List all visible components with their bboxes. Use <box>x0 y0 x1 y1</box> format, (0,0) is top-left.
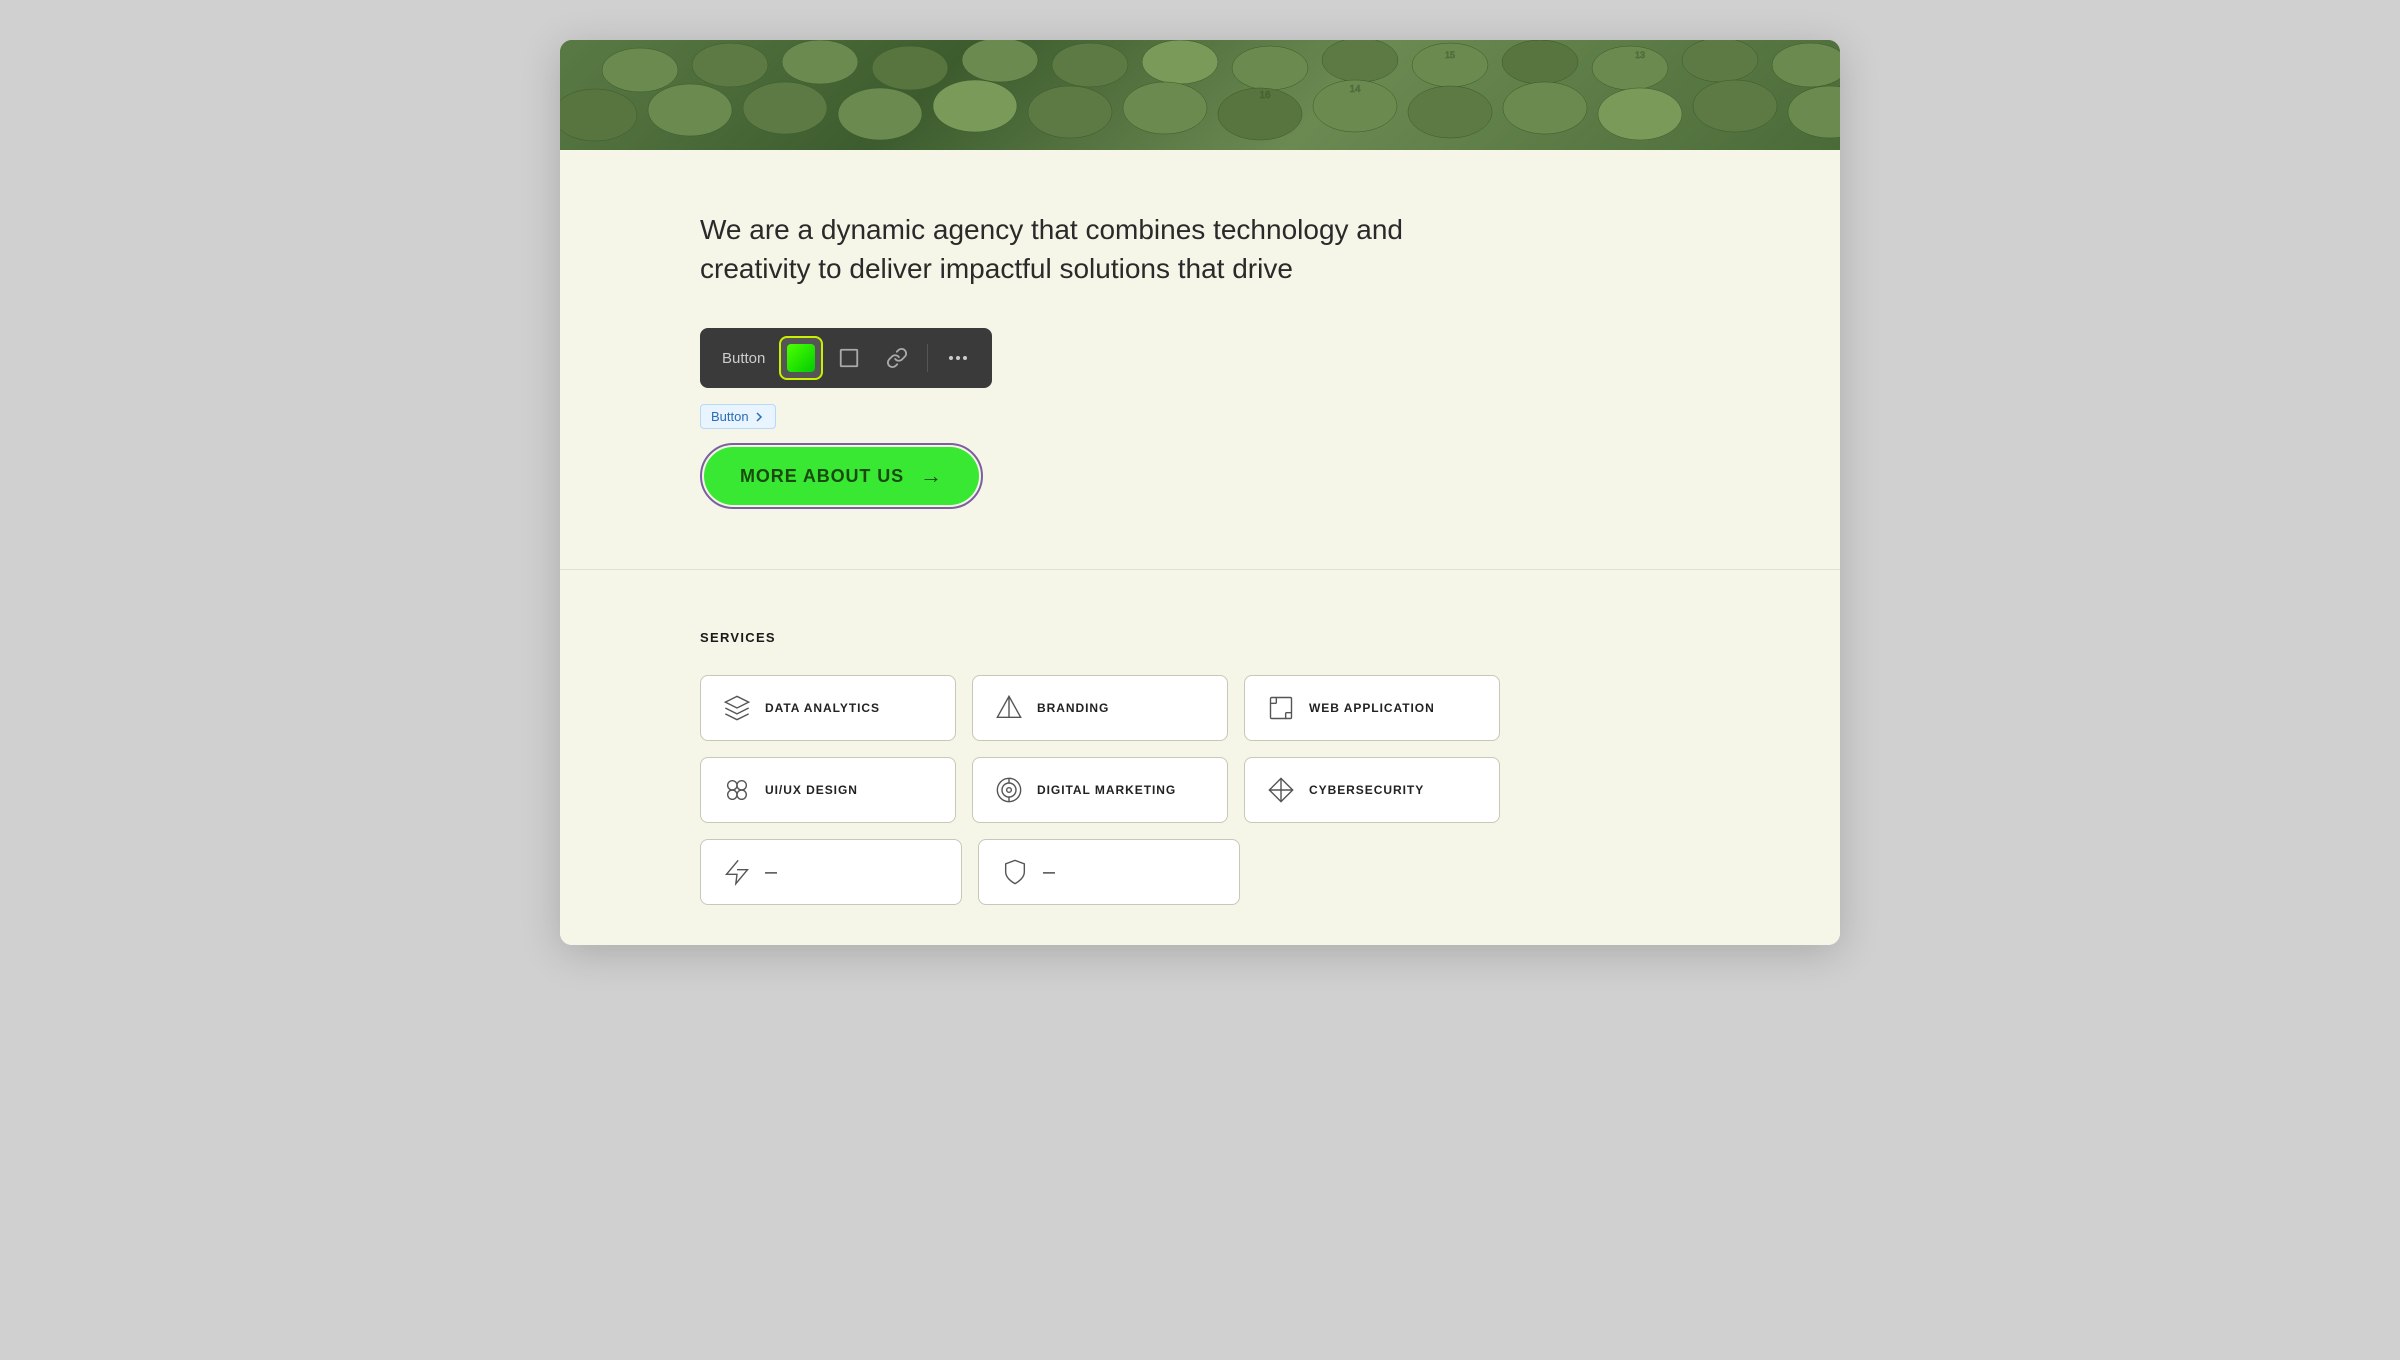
target-icon <box>993 774 1025 806</box>
about-text: We are a dynamic agency that combines te… <box>700 210 1420 288</box>
service-name-digital-marketing: DIGITAL MARKETING <box>1037 783 1176 797</box>
hero-image: 16 14 15 13 <box>560 40 1840 150</box>
resize-icon <box>838 347 860 369</box>
toolbar-divider <box>927 344 928 372</box>
toolbar-container: Button <box>700 328 992 388</box>
about-section: We are a dynamic agency that combines te… <box>560 150 1840 570</box>
service-card-item8[interactable]: — <box>978 839 1240 905</box>
color-picker-button[interactable] <box>779 336 823 380</box>
service-card-branding[interactable]: BRANDING <box>972 675 1228 741</box>
service-name-item7: — <box>765 865 778 879</box>
cta-label: MORE ABOUT US <box>740 466 904 487</box>
service-name-uiux-design: UI/UX DESIGN <box>765 783 858 797</box>
browser-window: 16 14 15 13 We are a dynamic agency that… <box>560 40 1840 945</box>
services-section: SERVICES DATA ANALYTICS <box>560 570 1840 945</box>
more-options-button[interactable] <box>936 336 980 380</box>
diamond-icon <box>1265 774 1297 806</box>
services-heading: SERVICES <box>700 630 1700 645</box>
svg-text:15: 15 <box>1445 50 1455 60</box>
service-name-branding: BRANDING <box>1037 701 1109 715</box>
service-card-cybersecurity[interactable]: CYBERSECURITY <box>1244 757 1500 823</box>
service-name-cybersecurity: CYBERSECURITY <box>1309 783 1424 797</box>
services-grid-bottom: — — <box>700 839 1240 905</box>
svg-text:14: 14 <box>1349 84 1361 95</box>
cta-button[interactable]: MORE ABOUT US → <box>704 447 979 505</box>
svg-text:13: 13 <box>1635 50 1645 60</box>
crop-icon <box>1265 692 1297 724</box>
service-name-item8: — <box>1043 865 1056 879</box>
triangle-icon <box>993 692 1025 724</box>
service-card-data-analytics[interactable]: DATA ANALYTICS <box>700 675 956 741</box>
circles-icon <box>721 774 753 806</box>
cta-arrow: → <box>920 463 943 489</box>
dots-icon <box>949 356 967 360</box>
svg-text:16: 16 <box>1259 90 1271 101</box>
service-card-digital-marketing[interactable]: DIGITAL MARKETING <box>972 757 1228 823</box>
cta-button-wrapper: MORE ABOUT US → <box>700 443 983 509</box>
services-grid: DATA ANALYTICS BRANDING <box>700 675 1500 823</box>
service-name-data-analytics: DATA ANALYTICS <box>765 701 880 715</box>
color-swatch <box>787 344 815 372</box>
button-tag: Button <box>700 404 776 429</box>
chevron-right-icon <box>753 411 765 423</box>
service-card-item7[interactable]: — <box>700 839 962 905</box>
service-card-uiux-design[interactable]: UI/UX DESIGN <box>700 757 956 823</box>
toolbar: Button <box>700 328 992 388</box>
shield-icon <box>999 856 1031 888</box>
link-button[interactable] <box>875 336 919 380</box>
service-card-web-application[interactable]: WEB APPLICATION <box>1244 675 1500 741</box>
layers-icon <box>721 692 753 724</box>
resize-button[interactable] <box>827 336 871 380</box>
toolbar-label: Button <box>712 344 775 373</box>
hero-seats: 16 14 15 13 <box>560 40 1840 150</box>
link-icon <box>886 347 908 369</box>
service-name-web-application: WEB APPLICATION <box>1309 701 1435 715</box>
bolt-icon <box>721 856 753 888</box>
